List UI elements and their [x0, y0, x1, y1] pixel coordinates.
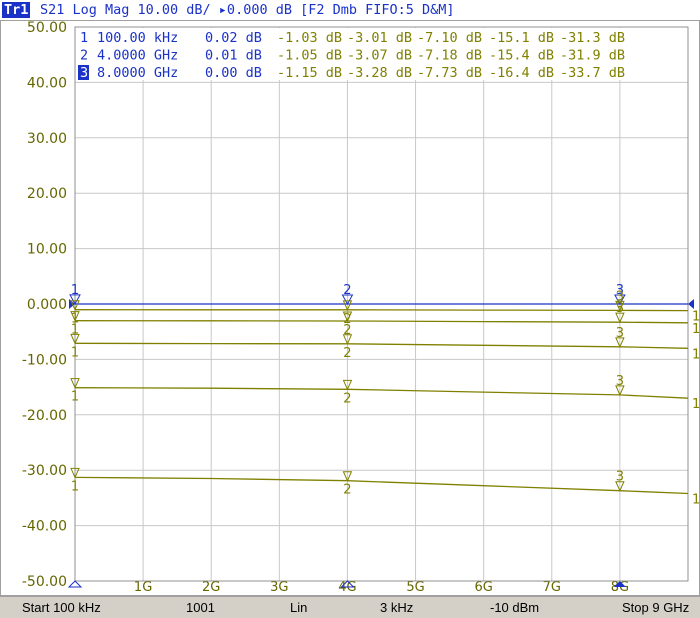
marker-label: 2	[343, 283, 351, 298]
marker-label: 3	[616, 374, 624, 389]
x-tick-label: 6G	[474, 580, 492, 595]
stimulus-marker	[67, 580, 83, 588]
marker-value: 0.00 dB	[205, 65, 262, 81]
x-tick-label: 3G	[270, 580, 288, 595]
if-bandwidth[interactable]: 3 kHz	[380, 599, 413, 616]
x-tick-label: 2G	[202, 580, 220, 595]
marker-label: 3	[616, 301, 624, 316]
reference-arrow-right	[688, 299, 694, 309]
y-tick-label: -10.00	[22, 352, 67, 368]
trace-line-5	[74, 387, 689, 399]
marker-value: 0.02 dB	[205, 30, 262, 46]
marker-label: 2	[343, 483, 351, 498]
marker-value: -7.10 dB	[417, 30, 482, 46]
y-tick-label: -50.00	[22, 574, 67, 590]
marker-value: -7.18 dB	[417, 48, 482, 64]
x-tick-label: 7G	[543, 580, 561, 595]
marker-value: -15.1 dB	[489, 30, 554, 46]
y-tick-label: 20.00	[27, 186, 67, 202]
marker-value: -31.9 dB	[560, 48, 625, 64]
marker-value: -31.3 dB	[560, 30, 625, 46]
marker-label: 2	[343, 346, 351, 361]
marker-number: 1	[80, 30, 88, 46]
marker-value: -1.05 dB	[277, 48, 342, 64]
marker-frequency: 100.00 kHz	[97, 30, 178, 46]
stop-frequency[interactable]: Stop 9 GHz	[622, 599, 689, 616]
x-tick-label: 5G	[406, 580, 424, 595]
y-tick-label: 30.00	[27, 131, 67, 147]
marker-frequency: 8.0000 GHz	[97, 65, 178, 81]
marker-value: -3.01 dB	[347, 30, 412, 46]
y-tick-label: 0.000	[27, 297, 67, 313]
trace-end-marker-label: 1	[692, 347, 700, 362]
start-frequency[interactable]: Start 100 kHz	[22, 599, 101, 616]
marker-value: -33.7 dB	[560, 65, 625, 81]
marker-label: 2	[343, 391, 351, 406]
screen-border	[0, 20, 700, 596]
marker-label: 3	[616, 326, 624, 341]
plot-area[interactable]: 50.00 40.00 30.00 20.00 10.00 0.000 -10.00 -20.…	[0, 0, 700, 596]
marker-number: 3	[80, 65, 88, 81]
source-power[interactable]: -10 dBm	[490, 599, 539, 616]
marker-value: -3.28 dB	[347, 65, 412, 81]
marker-value: -1.15 dB	[277, 65, 342, 81]
x-tick-label: 1G	[134, 580, 152, 595]
trace-line-3	[74, 320, 689, 324]
trace-end-marker-label: 1	[692, 322, 700, 337]
marker-value: -7.73 dB	[417, 65, 482, 81]
y-tick-label: -40.00	[22, 519, 67, 535]
y-tick-label: 10.00	[27, 242, 67, 258]
trace-line-4	[74, 342, 689, 349]
marker-label: 1	[71, 283, 79, 298]
marker-label: 2	[343, 323, 351, 338]
y-tick-label: -30.00	[22, 463, 67, 479]
trace-line-2	[74, 309, 689, 312]
sweep-points[interactable]: 1001	[186, 599, 215, 616]
marker-label: 1	[71, 323, 79, 338]
marker-label: 3	[616, 470, 624, 485]
sweep-type[interactable]: Lin	[290, 599, 307, 616]
marker-label: 1	[71, 345, 79, 360]
trace-line-6	[74, 476, 689, 495]
y-tick-label: -20.00	[22, 408, 67, 424]
trace-end-marker-label: 1	[692, 492, 700, 507]
y-tick-label: 40.00	[27, 75, 67, 91]
marker-value: -3.07 dB	[347, 48, 412, 64]
y-tick-label: 50.00	[27, 20, 67, 36]
marker-label: 1	[71, 390, 79, 405]
marker-label: 1	[71, 479, 79, 494]
marker-value: -1.03 dB	[277, 30, 342, 46]
marker-value: -15.4 dB	[489, 48, 554, 64]
trace-end-marker-label: 1	[692, 397, 700, 412]
marker-number: 2	[80, 48, 88, 64]
vna-screen: Tr1 S21 Log Mag 10.00 dB/ ▸0.000 dB [F2 …	[0, 0, 700, 618]
marker-frequency: 4.0000 GHz	[97, 48, 178, 64]
marker-value: -16.4 dB	[489, 65, 554, 81]
channel-status-bar: Start 100 kHz 1001 Lin 3 kHz -10 dBm Sto…	[0, 596, 700, 618]
marker-value: 0.01 dB	[205, 48, 262, 64]
